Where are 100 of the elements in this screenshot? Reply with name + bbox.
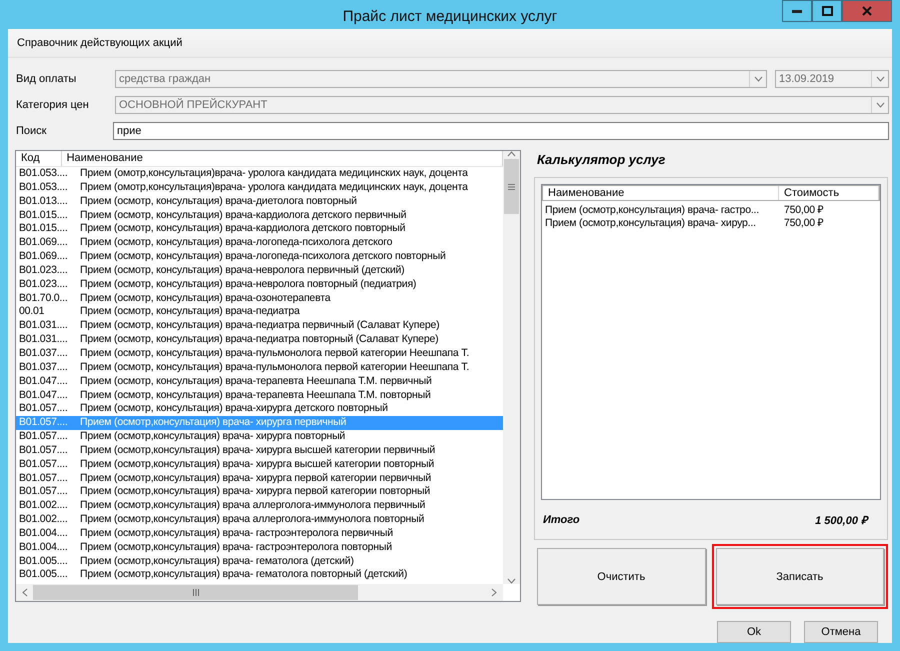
name-cell-text: Прием (осмотр, консультация) врача-логопеда-психолога детского — [79, 236, 392, 250]
dialog-button[interactable]: Отмена — [804, 621, 878, 643]
code-cell-text: B01.023.... — [18, 264, 69, 278]
minimize-button[interactable] — [782, 0, 812, 22]
list-row[interactable]: 00.01 Прием (осмотр, консультация) врача-педиатра — [16, 305, 503, 320]
code-cell-text: B01.057.... — [18, 430, 69, 444]
list-row[interactable]: B01.005.... Прием (осмотр,консультация) врача- гематолога (детский) — [16, 554, 503, 568]
name-cell-text: Прием (омотр,консультация)врача- уролога кандидата медицинских наук, доцента — [79, 180, 468, 195]
list-row[interactable]: B01.023.... Прием (осмотр, консультация) врача-невролога повторный (педиатрия) — [16, 278, 503, 292]
payment-dropdown[interactable]: средства граждан — [115, 70, 767, 88]
action-button[interactable]: Записать — [716, 548, 884, 605]
field-label: Поиск — [16, 125, 48, 137]
code-cell-text: B01.70.0... — [18, 292, 69, 306]
code-cell-text: B01.053.... — [18, 180, 69, 195]
scroll-thumb[interactable] — [504, 159, 519, 214]
close-icon — [862, 6, 872, 16]
code-cell-text: B01.002.... — [18, 513, 69, 527]
code-cell-text: B01.057.... — [18, 444, 69, 458]
category-dropdown[interactable]: ОСНОВНОЙ ПРЕЙСКУРАНТ — [115, 96, 889, 114]
code-cell-text: B01.053.... — [18, 167, 69, 181]
code-cell-text: B01.037.... — [18, 360, 69, 375]
list-row[interactable]: B01.002.... Прием (осмотр,консультация) врача аллерголога-иммунолога первичный — [16, 499, 503, 514]
list-row[interactable]: B01.057.... Прием (осмотр, консультация) врача-хирурга детского повторный — [16, 402, 503, 416]
search-field[interactable]: прие — [113, 122, 889, 140]
name-cell-text: Прием (осмотр,консультация) врача- гастро... — [544, 204, 760, 217]
code-cell-text: B01.047.... — [18, 374, 69, 388]
calculator-title: Калькулятор услуг — [537, 152, 666, 167]
list-row[interactable]: B01.015.... Прием (осмотр, консультация) врача-кардиолога детского повторный — [16, 222, 503, 236]
code-cell-text: B01.004.... — [18, 526, 69, 541]
horizontal-scrollbar[interactable] — [16, 584, 503, 601]
calculator-row[interactable]: Прием (осмотр,консультация) врача- хирур... 750,00 ₽ — [542, 217, 880, 230]
date-dropdown[interactable]: 13.09.2019 — [775, 70, 889, 88]
vertical-scrollbar[interactable] — [503, 151, 520, 584]
field-label: Категория цен — [16, 99, 90, 111]
name-cell-text: Прием (осмотр, консультация) врача-кардиолога детского повторный — [79, 222, 406, 236]
list-row[interactable]: B01.047.... Прием (осмотр, консультация) врача-терапевта Неешпапа Т.М. первичный — [16, 374, 503, 388]
list-row[interactable]: B01.057.... Прием (осмотр,консультация) врача- хирурга повторный — [16, 430, 503, 444]
total-label: Итого — [543, 514, 580, 526]
calculator-row[interactable]: Прием (осмотр,консультация) врача- гастро... 750,00 ₽ — [542, 204, 880, 217]
name-cell-text: Прием (осмотр, консультация) врача-озонотерапевта — [79, 292, 330, 306]
name-cell-text: Прием (омотр,консультация)врача- уролога кандидата медицинских наук, доцента — [79, 167, 468, 181]
list-row[interactable]: B01.037.... Прием (осмотр, консультация) врача-пульмонолога первой категории Неешпапа Т. — [16, 346, 503, 361]
list-row[interactable]: B01.002.... Прием (осмотр,консультация) врача аллерголога-иммунолога повторный — [16, 513, 503, 527]
name-cell-text: Прием (осмотр,консультация) врача- хирурга первой категории первичный — [79, 472, 432, 486]
toolbar-link[interactable]: Справочник действующих акций — [17, 37, 182, 49]
scroll-thumb[interactable] — [33, 585, 358, 600]
list-row[interactable]: B01.013.... Прием (осмотр, консультация) врача-диетолога повторный — [16, 194, 503, 209]
list-row[interactable]: B01.70.0... Прием (осмотр, консультация) врача-озонотерапевта — [16, 292, 503, 306]
dialog-button[interactable]: Ok — [717, 621, 791, 643]
list-row[interactable]: B01.037.... Прием (осмотр, консультация) врача-пульмонолога первой категории Неешпапа Т. — [16, 360, 503, 375]
name-cell-text: Прием (осмотр, консультация) врача-кардиолога детского первичный — [79, 208, 406, 222]
name-cell-text: Прием (осмотр, консультация) врача-пульмонолога первой категории Неешпапа Т. — [79, 346, 470, 361]
code-cell-text: B01.057.... — [18, 472, 69, 486]
list-row[interactable]: B01.053.... Прием (омотр,консультация)врача- уролога кандидата медицинских наук, доцента — [16, 180, 503, 195]
price-cell-text: 750,00 ₽ — [783, 204, 824, 217]
name-cell-text: Прием (осмотр,консультация) врача- гематолога повторный (детский) — [79, 568, 408, 582]
list-row[interactable]: B01.031.... Прием (осмотр, консультация) врача-педиатра первичный (Салават Купере) — [16, 319, 503, 334]
minimize-icon — [792, 10, 802, 12]
code-cell-text: B01.047.... — [18, 388, 69, 402]
code-cell-text: B01.057.... — [18, 402, 69, 416]
list-row[interactable]: B01.031.... Прием (осмотр, консультация) врача-педиатра повторный (Салават Купере) — [16, 333, 503, 347]
maximize-icon — [822, 6, 832, 16]
list-row[interactable]: B01.005.... Прием (осмотр,консультация) врача- гематолога повторный (детский) — [16, 568, 503, 582]
list-row[interactable]: B01.004.... Прием (осмотр,консультация) врача- гастроэнтеролога первичный — [16, 526, 503, 541]
name-cell-text: Прием (осмотр,консультация) врача аллерголога-иммунолога повторный — [79, 513, 424, 527]
name-cell-text: Прием (осмотр, консультация) врача-педиатра повторный (Салават Купере) — [79, 333, 438, 347]
list-row[interactable]: B01.057.... Прием (осмотр,консультация) врача- хирурга высшей категории повторный — [16, 458, 503, 472]
code-cell-text: B01.005.... — [18, 554, 69, 568]
list-row[interactable]: B01.069.... Прием (осмотр, консультация) врача-логопеда-психолога детского — [16, 236, 503, 250]
name-cell-text: Прием (осмотр, консультация) врача-диетолога повторный — [79, 194, 357, 209]
code-cell-text: B01.031.... — [18, 333, 69, 347]
total-value: 1 500,00 ₽ — [815, 514, 867, 527]
code-cell-text: B01.057.... — [18, 458, 69, 472]
name-cell-text: Прием (осмотр, консультация) врача-невролога повторный (педиатрия) — [79, 278, 416, 292]
list-row[interactable]: B01.047.... Прием (осмотр, консультация) врача-терапевта Неешпапа Т.М. повторный — [16, 388, 503, 402]
name-cell-text: Прием (осмотр,консультация) врача- хирурга первой категории повторный — [79, 485, 430, 500]
name-cell-text: Прием (осмотр,консультация) врача- хирур... — [544, 217, 757, 230]
list-row[interactable]: B01.023.... Прием (осмотр, консультация) врача-невролога первичный (детский) — [16, 264, 503, 278]
name-cell-text: Прием (осмотр,консультация) врача- хирурга высшей категории первичный — [79, 444, 436, 458]
name-cell-text: Прием (осмотр, консультация) врача-хирурга детского повторный — [79, 402, 388, 416]
list-row[interactable]: B01.069.... Прием (осмотр, консультация) врача-логопеда-психолога детского повторный — [16, 250, 503, 264]
name-cell-text: Прием (осмотр,консультация) врача- хирурга повторный — [79, 430, 346, 444]
list-row[interactable]: B01.053.... Прием (омотр,консультация)врача- уролога кандидата медицинских наук, доцента — [16, 167, 503, 181]
action-button[interactable]: Очистить — [537, 548, 706, 605]
code-cell-text: B01.005.... — [18, 568, 69, 582]
code-cell-text: B01.057.... — [18, 416, 69, 430]
list-row[interactable]: B01.057.... Прием (осмотр,консультация) врача- хирурга первой категории первичный — [16, 472, 503, 486]
list-row[interactable]: B01.057.... Прием (осмотр,консультация) врача- хирурга высшей категории первичный — [16, 444, 503, 458]
name-cell-text: Прием (осмотр, консультация) врача-терапевта Неешпапа Т.М. первичный — [79, 374, 432, 388]
name-cell-text: Прием (осмотр,консультация) врача- гастроэнтеролога повторный — [79, 540, 392, 555]
maximize-button[interactable] — [812, 0, 842, 22]
column-header[interactable]: Наименование — [62, 151, 503, 166]
list-row[interactable]: B01.057.... Прием (осмотр,консультация) врача- хирурга первой категории повторный — [16, 485, 503, 500]
code-cell-text: B01.057.... — [18, 485, 69, 500]
list-row[interactable]: B01.015.... Прием (осмотр, консультация) врача-кардиолога детского первичный — [16, 208, 503, 222]
list-row[interactable]: B01.004.... Прием (осмотр,консультация) врача- гастроэнтеролога повторный — [16, 540, 503, 555]
name-cell-text: Прием (осмотр, консультация) врача-педиатра — [79, 305, 300, 320]
code-cell-text: B01.004.... — [18, 540, 69, 555]
close-button[interactable] — [842, 0, 892, 22]
name-cell-text: Прием (осмотр,консультация) врача- хирурга первичный — [79, 416, 346, 430]
